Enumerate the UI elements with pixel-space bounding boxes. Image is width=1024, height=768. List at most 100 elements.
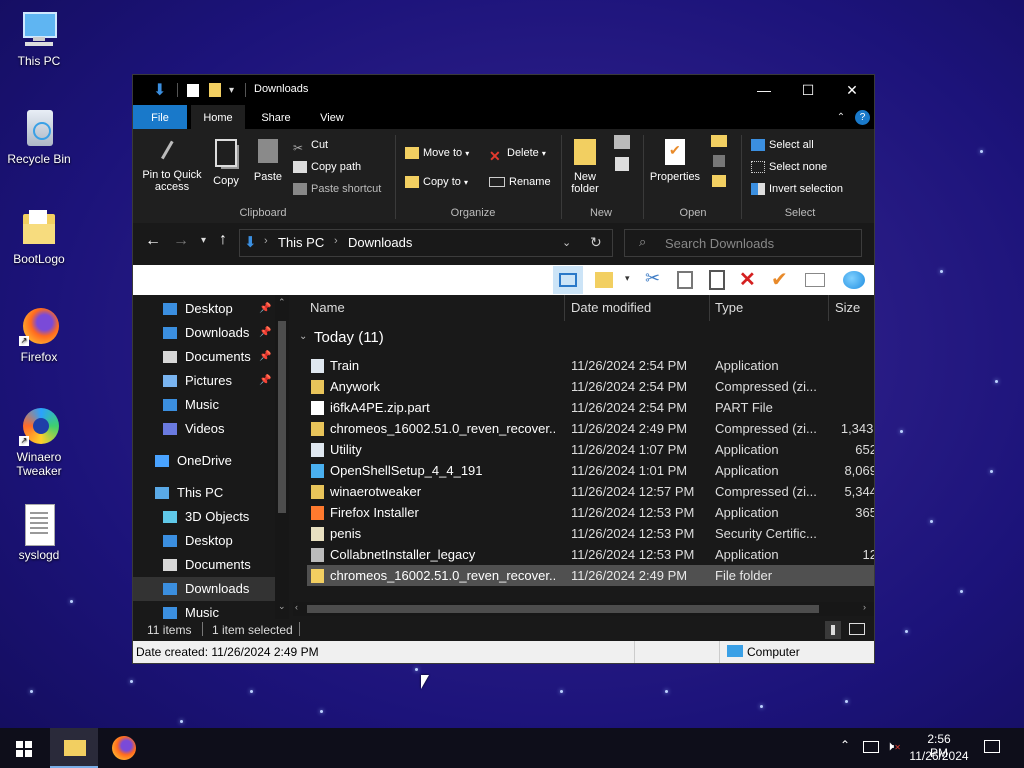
taskbar-firefox[interactable] — [112, 736, 136, 760]
nav-item[interactable]: Downloads — [133, 577, 275, 601]
nav-item[interactable]: This PC — [133, 481, 275, 505]
properties-button[interactable]: ✔ Properties — [647, 139, 703, 183]
nav-item[interactable]: Music — [133, 393, 275, 417]
tab-file[interactable]: File — [133, 105, 187, 129]
file-row[interactable]: Utility 11/26/2024 1:07 PM Application 652 — [307, 439, 874, 460]
forward-button[interactable]: → — [173, 232, 189, 250]
column-header-name[interactable]: Name — [310, 295, 345, 321]
search-box[interactable]: ⌕ Search Downloads — [624, 229, 862, 257]
large-icons-view-button[interactable] — [849, 623, 865, 635]
address-bar[interactable]: ⬇ › This PC › Downloads ⌄ ↻ — [239, 229, 613, 257]
email-icon[interactable] — [805, 273, 825, 287]
new-item-button[interactable] — [609, 135, 635, 171]
column-separator[interactable] — [564, 295, 565, 321]
details-view-button[interactable] — [825, 621, 841, 639]
tab-view[interactable]: View — [305, 105, 359, 129]
copy-button[interactable]: Copy — [209, 139, 243, 187]
paste-shortcut-button[interactable]: Paste shortcut — [293, 180, 381, 198]
file-row[interactable]: chromeos_16002.51.0_reven_recover... 11/2… — [307, 418, 874, 439]
back-button[interactable]: ← — [145, 232, 161, 250]
pane-toggle-button[interactable] — [553, 266, 583, 294]
column-header-type[interactable]: Type — [715, 295, 743, 321]
nav-item[interactable]: Documents 📌 — [133, 345, 275, 369]
cut-icon[interactable]: ✂ — [645, 268, 660, 289]
file-row[interactable]: OpenShellSetup_4_4_191 11/26/2024 1:01 PM… — [307, 460, 874, 481]
desktop-icon-winaero[interactable]: ↗ Winaero Tweaker — [2, 406, 76, 478]
paste-button[interactable]: Paste — [251, 139, 285, 183]
file-row[interactable]: winaerotweaker 11/26/2024 12:57 PM Compres… — [307, 481, 874, 502]
pin-quick-access-button[interactable]: Pin to Quick access — [139, 140, 205, 193]
group-collapse-icon[interactable]: ⌄ — [299, 331, 307, 342]
customize-qa-icon[interactable]: ▾ — [229, 85, 234, 96]
taskbar-file-explorer[interactable] — [50, 728, 98, 768]
new-folder-qa-icon[interactable] — [209, 83, 221, 97]
group-header-today[interactable]: Today (11) — [314, 329, 384, 346]
scroll-right-icon[interactable]: › — [863, 602, 866, 612]
close-button[interactable]: ✕ — [830, 75, 874, 105]
desktop-icon-recycle-bin[interactable]: Recycle Bin — [2, 108, 76, 166]
cut-button[interactable]: ✂ Cut — [293, 136, 328, 155]
properties-qa-icon[interactable] — [187, 84, 199, 97]
view-dropdown-icon[interactable]: ▾ — [625, 273, 630, 284]
file-row[interactable]: penis 11/26/2024 12:53 PM Security Certifi… — [307, 523, 874, 544]
nav-item[interactable]: Music — [133, 601, 275, 619]
desktop-icon-syslogd[interactable]: syslogd — [2, 504, 76, 562]
clock-date[interactable]: 11/26/2024 — [906, 749, 972, 763]
file-row[interactable]: chromeos_16002.51.0_reven_recover... 11/2… — [307, 565, 874, 586]
show-hidden-icons-button[interactable]: ⌃ — [840, 738, 850, 752]
move-to-button[interactable]: Move to ▾ — [405, 144, 469, 162]
address-dropdown-icon[interactable]: ⌄ — [562, 236, 571, 249]
nav-item[interactable]: 3D Objects — [133, 505, 275, 529]
column-separator[interactable] — [828, 295, 829, 321]
column-header-size[interactable]: Size — [835, 295, 860, 321]
file-row[interactable]: i6fkA4PE.zip.part 11/26/2024 2:54 PM PART … — [307, 397, 874, 418]
rename-button[interactable]: Rename — [489, 173, 551, 191]
scroll-up-icon[interactable]: ⌃ — [278, 297, 286, 308]
open-shell-icon[interactable] — [843, 271, 865, 289]
copy-icon[interactable] — [677, 271, 693, 289]
copy-path-button[interactable]: Copy path — [293, 158, 361, 176]
select-all-button[interactable]: Select all — [751, 136, 814, 154]
up-button[interactable]: ↑ — [219, 231, 227, 249]
tab-share[interactable]: Share — [249, 105, 303, 129]
new-folder-button[interactable]: New folder — [565, 139, 605, 195]
horizontal-scroll-thumb[interactable] — [307, 605, 819, 613]
view-folder-icon[interactable] — [595, 272, 613, 288]
file-row[interactable]: Firefox Installer 11/26/2024 12:53 PM Appl… — [307, 502, 874, 523]
nav-item[interactable]: Desktop 📌 — [133, 297, 275, 321]
desktop-icon-firefox[interactable]: ↗ Firefox — [2, 306, 76, 364]
tab-home[interactable]: Home — [191, 105, 245, 129]
nav-item[interactable]: OneDrive — [133, 449, 275, 473]
nav-item[interactable]: Documents — [133, 553, 275, 577]
select-none-button[interactable]: Select none — [751, 158, 827, 176]
notifications-icon[interactable] — [984, 740, 1000, 753]
scroll-down-icon[interactable]: ⌄ — [278, 601, 286, 612]
start-button[interactable] — [16, 741, 32, 757]
column-separator[interactable] — [709, 295, 710, 321]
minimize-button[interactable]: — — [742, 75, 786, 105]
collapse-ribbon-icon[interactable]: ⌃ — [833, 105, 849, 129]
nav-item[interactable]: Pictures 📌 — [133, 369, 275, 393]
nav-item[interactable]: Desktop — [133, 529, 275, 553]
desktop-icon-this-pc[interactable]: This PC — [2, 10, 76, 68]
invert-selection-button[interactable]: Invert selection — [751, 180, 843, 198]
nav-item[interactable]: Downloads 📌 — [133, 321, 275, 345]
nav-scrollbar[interactable]: ⌃ ⌄ — [275, 295, 289, 619]
copy-to-button[interactable]: Copy to ▾ — [405, 173, 468, 191]
recent-locations-icon[interactable]: ▾ — [201, 235, 206, 246]
breadcrumb-downloads[interactable]: Downloads — [348, 235, 412, 250]
help-icon[interactable]: ? — [855, 110, 870, 125]
maximize-button[interactable]: ☐ — [786, 75, 830, 105]
paste-icon[interactable] — [709, 270, 725, 290]
network-icon[interactable] — [863, 741, 879, 753]
file-row[interactable]: Anywork 11/26/2024 2:54 PM Compressed (zi.… — [307, 376, 874, 397]
horizontal-scrollbar[interactable]: ‹ › — [293, 602, 874, 616]
delete-button[interactable]: ✕ Delete ▾ — [489, 144, 546, 164]
nav-item[interactable]: Videos — [133, 417, 275, 441]
breadcrumb-this-pc[interactable]: This PC — [278, 235, 324, 250]
delete-icon[interactable]: ✕ — [739, 267, 756, 292]
nav-scroll-thumb[interactable] — [278, 321, 286, 513]
column-header-date[interactable]: Date modified — [571, 295, 651, 321]
volume-muted-icon[interactable]: 🕨✕ — [886, 738, 901, 754]
open-button[interactable] — [707, 135, 731, 187]
